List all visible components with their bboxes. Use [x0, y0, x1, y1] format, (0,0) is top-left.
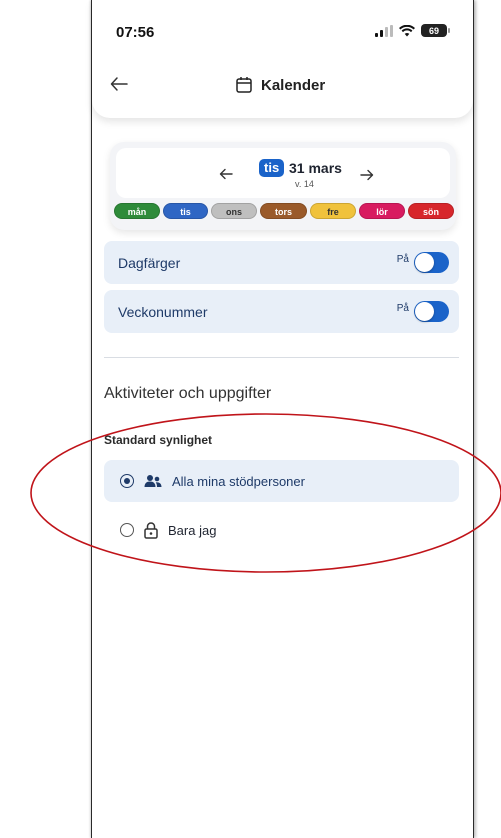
back-arrow-icon[interactable]: [110, 76, 128, 92]
day-chip-mon: mån: [114, 203, 160, 219]
day-colors-state: På: [396, 254, 409, 265]
day-chip-thu: tors: [260, 203, 307, 219]
wifi-icon: [399, 24, 415, 36]
toggle-knob: [415, 253, 434, 272]
week-numbers-state: På: [396, 303, 409, 314]
weekday-color-row: mån tis ons tors fre lör sön: [114, 203, 454, 219]
battery-icon: 69: [421, 24, 450, 37]
toggle-knob: [415, 302, 434, 321]
week-numbers-row[interactable]: Veckonummer På: [104, 290, 459, 333]
previous-day-arrow-icon[interactable]: [219, 168, 233, 180]
activities-section-title: Aktiviteter och uppgifter: [104, 385, 272, 402]
day-chip-tue: tis: [163, 203, 208, 219]
day-chip-fri: fre: [310, 203, 356, 219]
annotation-ellipse: [30, 413, 501, 573]
next-day-arrow-icon[interactable]: [360, 169, 374, 181]
status-icons: 69: [375, 24, 450, 37]
calendar-preview: tis 31 mars v. 14 mån tis ons tors fre l…: [110, 142, 456, 230]
day-chip-sun: sön: [408, 203, 454, 219]
calendar-icon: [236, 77, 252, 93]
day-chip-wed: ons: [211, 203, 257, 219]
status-time: 07:56: [116, 24, 155, 41]
week-numbers-label: Veckonummer: [118, 303, 208, 320]
date-label: 31 mars: [289, 160, 342, 176]
page-title: Kalender: [235, 76, 325, 94]
day-colors-toggle[interactable]: [414, 252, 449, 273]
top-app-bar: [92, 0, 473, 118]
date-navigator: tis 31 mars v. 14: [116, 148, 450, 198]
signal-icon: [375, 24, 393, 37]
day-colors-row[interactable]: Dagfärger På: [104, 241, 459, 284]
section-divider: [104, 357, 459, 358]
day-chip-sat: lör: [359, 203, 405, 219]
week-numbers-toggle[interactable]: [414, 301, 449, 322]
page-title-label: Kalender: [261, 76, 326, 94]
week-number: v. 14: [295, 179, 314, 189]
day-colors-label: Dagfärger: [118, 254, 181, 271]
day-badge: tis: [259, 159, 285, 177]
